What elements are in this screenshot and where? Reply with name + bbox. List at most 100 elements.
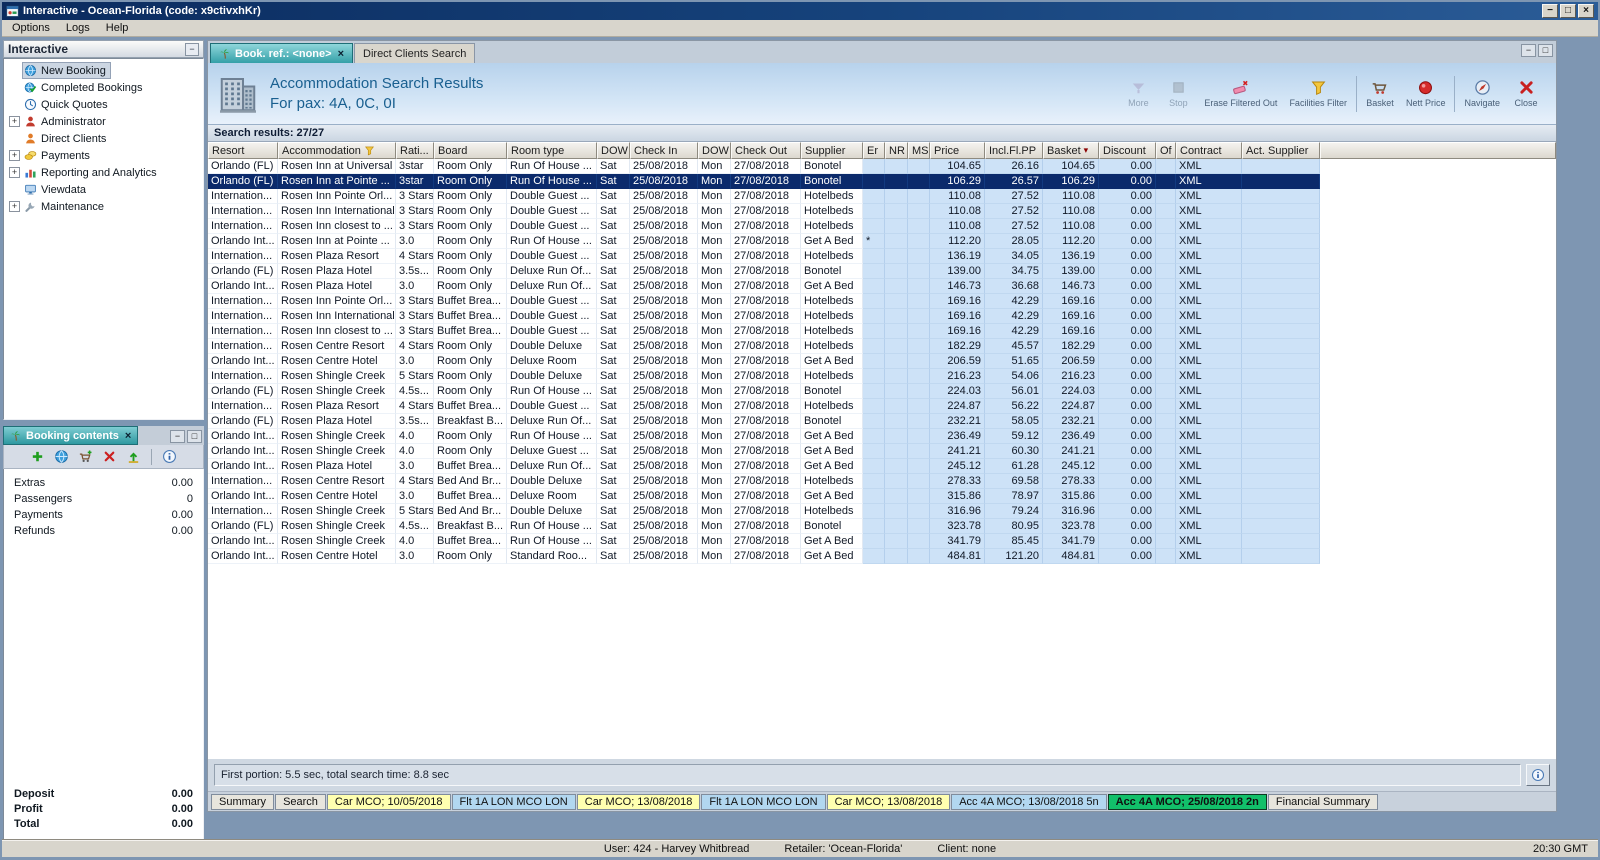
table-row[interactable]: Orlando Int... Rosen Inn at Pointe ... 3.0… — [208, 234, 1556, 249]
close-panel-icon[interactable]: × — [125, 430, 131, 442]
window-maximize-button[interactable]: □ — [1560, 4, 1576, 18]
sidebar-item-new-booking[interactable]: New Booking — [4, 62, 203, 79]
table-row[interactable]: Orlando Int... Rosen Shingle Creek 4.0 Room… — [208, 444, 1556, 459]
nett-price-button[interactable]: Nett Price — [1400, 79, 1452, 108]
table-row[interactable]: Orlando (FL) Rosen Plaza Hotel 3.5s... Room… — [208, 264, 1556, 279]
table-row[interactable]: Orlando Int... Rosen Centre Hotel 3.0 Buffe… — [208, 489, 1556, 504]
sidebar-item-payments[interactable]: + Payments — [4, 147, 203, 164]
column-header-er[interactable]: Er — [863, 142, 885, 159]
column-header-basket[interactable]: Basket ▾ — [1043, 142, 1099, 159]
table-row[interactable]: Orlando (FL) Rosen Plaza Hotel 3.5s... Brea… — [208, 414, 1556, 429]
info-button[interactable] — [1526, 764, 1550, 786]
table-row[interactable]: Internation... Rosen Inn Pointe Orl... 3 S… — [208, 189, 1556, 204]
sidebar-item-direct-clients[interactable]: Direct Clients — [4, 130, 203, 147]
column-header-incl-fl-pp[interactable]: Incl.Fl.PP — [985, 142, 1043, 159]
column-header-dow[interactable]: DOW — [597, 142, 630, 159]
table-row[interactable]: Internation... Rosen Shingle Creek 5 Stars… — [208, 369, 1556, 384]
column-header-check-in[interactable]: Check In — [630, 142, 698, 159]
column-header-rati[interactable]: Rati... — [396, 142, 434, 159]
add-item-button[interactable] — [29, 448, 46, 465]
column-header-board[interactable]: Board — [434, 142, 507, 159]
booking-row-payments[interactable]: Payments 0.00 — [4, 507, 203, 523]
panel-maximize-button[interactable]: □ — [187, 430, 202, 443]
table-row[interactable]: Internation... Rosen Inn closest to ... 3 … — [208, 219, 1556, 234]
table-row[interactable]: Internation... Rosen Inn closest to ... 3 … — [208, 324, 1556, 339]
export-button[interactable] — [125, 448, 142, 465]
column-header-check-out[interactable]: Check Out — [731, 142, 801, 159]
expand-icon[interactable]: + — [9, 201, 20, 212]
tab-booking-ref[interactable]: Book. ref.: <none> × — [210, 43, 354, 63]
bottom-tab-summary[interactable]: Summary — [211, 793, 275, 810]
bottom-tab-acc-4a-mco-13-08-2018-5n[interactable]: Acc 4A MCO; 13/08/2018 5n — [951, 793, 1107, 810]
column-header-accommodation[interactable]: Accommodation — [278, 142, 396, 159]
column-header-nr[interactable]: NR — [885, 142, 908, 159]
column-header-of[interactable]: Of — [1156, 142, 1176, 159]
tab-direct-clients-search[interactable]: Direct Clients Search — [354, 43, 476, 63]
sidebar-item-reporting-and-analytics[interactable]: + Reporting and Analytics — [4, 164, 203, 181]
bottom-tab-car-mco-13-08-2018[interactable]: Car MCO; 13/08/2018 — [826, 793, 951, 810]
expand-icon[interactable]: + — [9, 167, 20, 178]
sidebar-item-administrator[interactable]: + Administrator — [4, 113, 203, 130]
sidebar-item-viewdata[interactable]: Viewdata — [4, 181, 203, 198]
bottom-tab-financial-summary[interactable]: Financial Summary — [1267, 793, 1379, 810]
basket-button[interactable]: Basket — [1360, 79, 1400, 108]
bottom-tab-car-mco-10-05-2018[interactable]: Car MCO; 10/05/2018 — [326, 793, 451, 810]
expand-icon[interactable]: + — [9, 150, 20, 161]
window-close-button[interactable]: × — [1578, 4, 1594, 18]
column-header-dow[interactable]: DOW — [698, 142, 731, 159]
table-row[interactable]: Orlando Int... Rosen Shingle Creek 4.0 Room… — [208, 429, 1556, 444]
bottom-tab-search[interactable]: Search — [275, 793, 326, 810]
column-header-resort[interactable]: Resort — [208, 142, 278, 159]
table-row[interactable]: Internation... Rosen Inn International 3 S… — [208, 309, 1556, 324]
doc-minimize-button[interactable]: − — [1521, 44, 1536, 57]
column-header-ms[interactable]: MS — [908, 142, 930, 159]
bottom-tab-acc-4a-mco-25-08-2018-2n[interactable]: Acc 4A MCO; 25/08/2018 2n — [1107, 793, 1267, 810]
table-row[interactable]: Orlando (FL) Rosen Inn at Universal 3star R… — [208, 159, 1556, 174]
table-row[interactable]: Orlando Int... Rosen Plaza Hotel 3.0 Room O… — [208, 279, 1556, 294]
column-header-contract[interactable]: Contract — [1176, 142, 1242, 159]
booking-contents-tab[interactable]: Booking contents × — [3, 426, 139, 445]
info-button[interactable] — [161, 448, 178, 465]
sidebar-item-completed-bookings[interactable]: Completed Bookings — [4, 79, 203, 96]
table-row[interactable]: Internation... Rosen Plaza Resort 4 Stars R… — [208, 249, 1556, 264]
table-row[interactable]: Internation... Rosen Inn Pointe Orl... 3 S… — [208, 294, 1556, 309]
menu-logs[interactable]: Logs — [58, 21, 98, 36]
column-header-discount[interactable]: Discount — [1099, 142, 1156, 159]
booking-row-extras[interactable]: Extras 0.00 — [4, 475, 203, 491]
table-row[interactable]: Internation... Rosen Inn International 3 S… — [208, 204, 1556, 219]
doc-maximize-button[interactable]: □ — [1538, 44, 1553, 57]
window-minimize-button[interactable]: − — [1542, 4, 1558, 18]
table-row[interactable]: Internation... Rosen Plaza Resort 4 Stars B… — [208, 399, 1556, 414]
expand-icon[interactable]: + — [9, 116, 20, 127]
close-button[interactable]: Close — [1506, 79, 1546, 108]
table-row[interactable]: Orlando Int... Rosen Centre Hotel 3.0 Room … — [208, 354, 1556, 369]
navigate-button[interactable]: Navigate — [1458, 79, 1506, 108]
table-row[interactable]: Internation... Rosen Centre Resort 4 Stars… — [208, 474, 1556, 489]
table-row[interactable]: Orlando Int... Rosen Shingle Creek 4.0 Buff… — [208, 534, 1556, 549]
booking-row-passengers[interactable]: Passengers 0 — [4, 491, 203, 507]
table-row[interactable]: Orlando Int... Rosen Plaza Hotel 3.0 Buffet… — [208, 459, 1556, 474]
delete-button[interactable] — [101, 448, 118, 465]
world-button[interactable] — [53, 448, 70, 465]
facilities-filter-button[interactable]: Facilities Filter — [1283, 79, 1353, 108]
erase-filtered-out-button[interactable]: Erase Filtered Out — [1198, 79, 1283, 108]
column-header-supplier[interactable]: Supplier — [801, 142, 863, 159]
panel-minimize-button[interactable]: − — [170, 430, 185, 443]
booking-row-refunds[interactable]: Refunds 0.00 — [4, 523, 203, 539]
column-header-room-type[interactable]: Room type — [507, 142, 597, 159]
column-header-act-supplier[interactable]: Act. Supplier — [1242, 142, 1320, 159]
menu-options[interactable]: Options — [4, 21, 58, 36]
tab-close-icon[interactable]: × — [338, 48, 344, 60]
menu-help[interactable]: Help — [98, 21, 137, 36]
table-row[interactable]: Internation... Rosen Shingle Creek 5 Stars… — [208, 504, 1556, 519]
sidebar-item-maintenance[interactable]: + Maintenance — [4, 198, 203, 215]
table-row[interactable]: Internation... Rosen Centre Resort 4 Stars… — [208, 339, 1556, 354]
table-row[interactable]: Orlando Int... Rosen Centre Hotel 3.0 Room … — [208, 549, 1556, 564]
table-row[interactable]: Orlando (FL) Rosen Inn at Pointe ... 3star… — [208, 174, 1556, 189]
table-row[interactable]: Orlando (FL) Rosen Shingle Creek 4.5s... Ro… — [208, 384, 1556, 399]
bottom-tab-flt-1a-lon-mco-lon[interactable]: Flt 1A LON MCO LON — [451, 793, 576, 810]
table-row[interactable]: Orlando (FL) Rosen Shingle Creek 4.5s... Br… — [208, 519, 1556, 534]
bottom-tab-flt-1a-lon-mco-lon[interactable]: Flt 1A LON MCO LON — [701, 793, 826, 810]
bottom-tab-car-mco-13-08-2018[interactable]: Car MCO; 13/08/2018 — [576, 793, 701, 810]
panel-collapse-button[interactable]: − — [185, 42, 199, 56]
